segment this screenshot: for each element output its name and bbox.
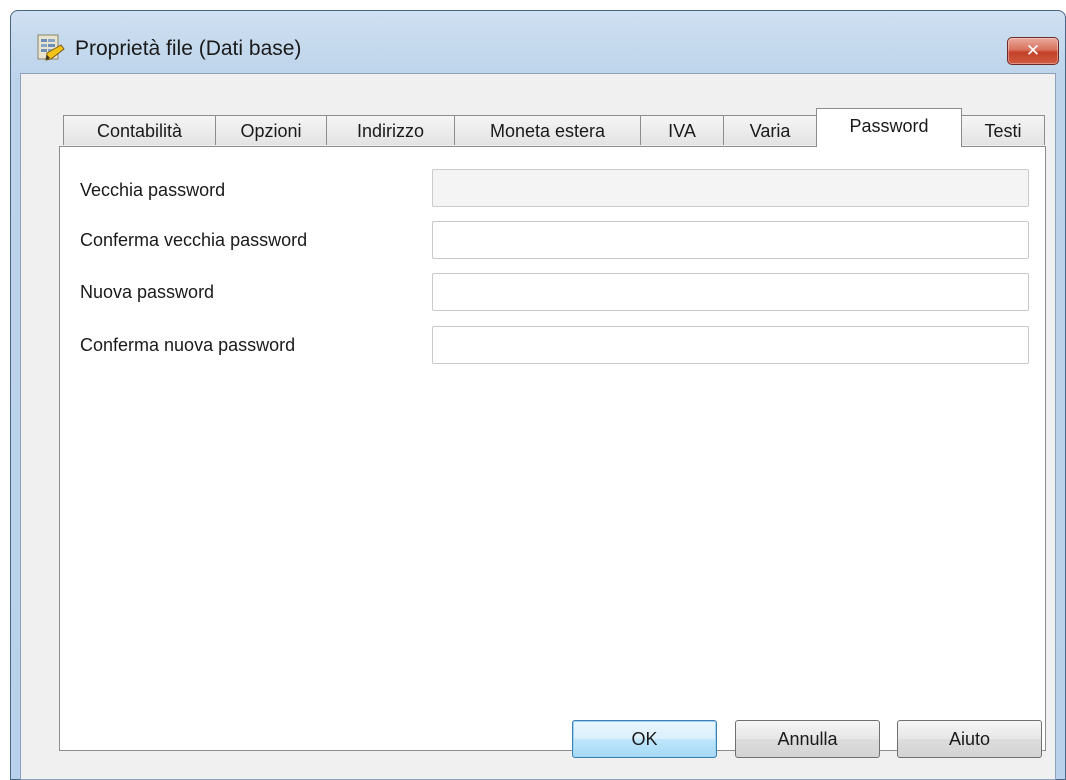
confirm-new-password-field[interactable] [432, 326, 1029, 364]
close-icon: ✕ [1025, 41, 1041, 60]
old-password-label: Vecchia password [80, 180, 226, 200]
tab-indirizzo[interactable]: Indirizzo [326, 115, 455, 145]
cancel-button[interactable]: Annulla [735, 720, 880, 758]
confirm-old-password-field[interactable] [432, 221, 1029, 259]
new-password-label: Nuova password [80, 282, 215, 302]
tab-password[interactable]: Password [816, 108, 962, 147]
tab-testi[interactable]: Testi [961, 115, 1045, 145]
tab-contabilita[interactable]: Contabilità [63, 115, 216, 145]
password-tab-panel: Vecchia password Conferma vecchia passwo… [59, 146, 1046, 751]
close-button[interactable]: ✕ [1007, 37, 1059, 65]
tab-varia[interactable]: Varia [723, 115, 817, 145]
tab-strip: Contabilità Opzioni Indirizzo Moneta est… [21, 74, 1055, 154]
help-button[interactable]: Aiuto [897, 720, 1042, 758]
new-password-field[interactable] [432, 273, 1029, 311]
tab-opzioni[interactable]: Opzioni [215, 115, 327, 145]
old-password-field[interactable] [432, 169, 1029, 207]
dialog-window: Proprietà file (Dati base) ✕ Contabilità… [10, 10, 1066, 780]
title-bar[interactable]: Proprietà file (Dati base) ✕ [11, 11, 1065, 73]
database-file-icon [37, 34, 65, 61]
confirm-old-password-label: Conferma vecchia password [80, 230, 308, 250]
ok-button[interactable]: OK [572, 720, 717, 758]
confirm-new-password-label: Conferma nuova password [80, 335, 296, 355]
dialog-client-area: Contabilità Opzioni Indirizzo Moneta est… [20, 73, 1056, 780]
tab-iva[interactable]: IVA [640, 115, 724, 145]
window-title: Proprietà file (Dati base) [75, 37, 302, 60]
tab-moneta-estera[interactable]: Moneta estera [454, 115, 641, 145]
